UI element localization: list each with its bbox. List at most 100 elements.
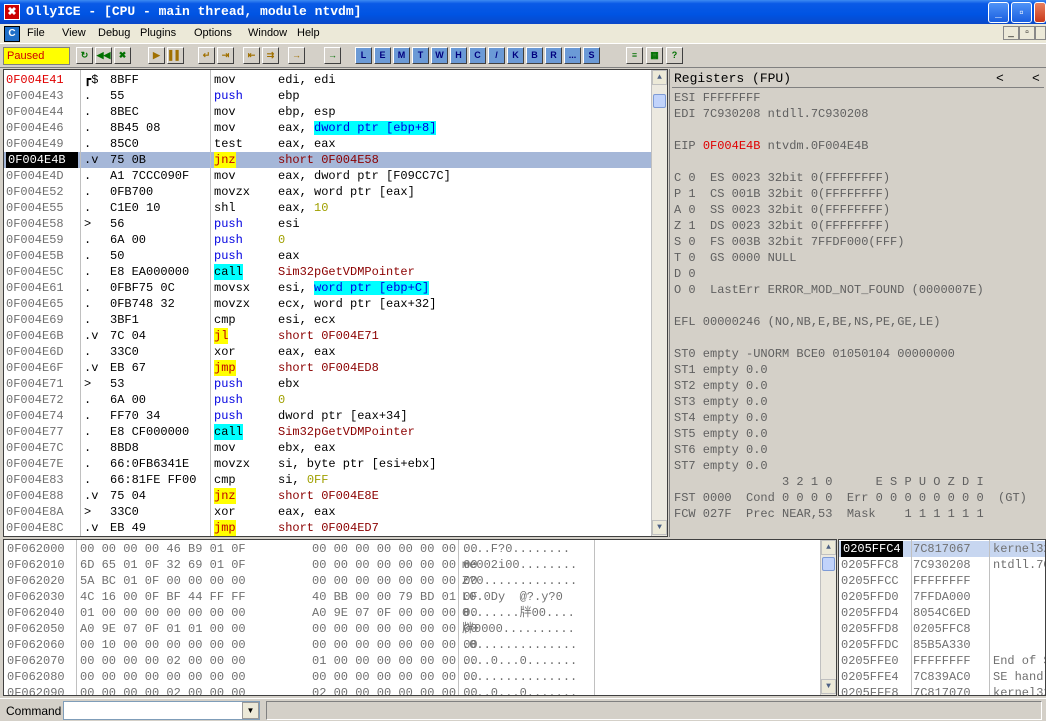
disassembly-row[interactable]: 0F004E65. 0FB748 32 movzx ecx, word ptr [ea… [4, 296, 652, 312]
stack-row[interactable]: 0205FFC8 7C930208 ntdll.7C930208 [839, 557, 1045, 573]
maximize-button[interactable]: ▫ [1011, 2, 1032, 23]
menu-plugins[interactable]: Plugins [140, 27, 176, 39]
log-window-button[interactable]: L [355, 47, 372, 64]
disassembly-scrollbar[interactable]: ▲ ▼ [651, 70, 667, 536]
dump-scrollbar[interactable]: ▲ ▼ [820, 540, 836, 695]
threads-window-button[interactable]: T [412, 47, 429, 64]
register-line[interactable]: D 0 [674, 267, 696, 281]
menu-window[interactable]: Window [248, 27, 287, 39]
scroll-thumb[interactable] [822, 557, 835, 571]
trace-over-icon[interactable]: ⇉ [262, 47, 279, 64]
disassembly-row[interactable]: 0F004E5C. E8 EA000000 call Sim32pGetVDMPoin… [4, 264, 652, 280]
appearance-grid-icon[interactable]: ▦ [646, 47, 663, 64]
disassembly-row[interactable]: 0F004E6B .v 7C 04 jl short 0F004E71 [4, 328, 652, 344]
disassembly-row[interactable]: 0F004E8C .v EB 49 jmp short 0F004ED7 [4, 520, 652, 536]
stop-icon[interactable]: ✖ [114, 47, 131, 64]
run-icon[interactable]: ▶ [148, 47, 165, 64]
mdi-restore-button[interactable]: ▫ [1019, 26, 1035, 40]
register-line[interactable]: P 1 CS 001B 32bit 0(FFFFFFFF) [674, 187, 890, 201]
register-line[interactable]: ST1 empty 0.0 [674, 363, 768, 377]
minimize-button[interactable]: _ [988, 2, 1009, 23]
register-line[interactable]: ST5 empty 0.0 [674, 427, 768, 441]
prev-view-icon[interactable]: < [996, 71, 1004, 87]
disassembly-row[interactable]: 0F004E71 >53 push ebx [4, 376, 652, 392]
register-line[interactable]: ST3 empty 0.0 [674, 395, 768, 409]
step-into-icon[interactable]: ↵ [198, 47, 215, 64]
disassembly-row[interactable]: 0F004E72. 6A 00 push 0 [4, 392, 652, 408]
scroll-up-icon[interactable]: ▲ [821, 540, 836, 555]
disassembly-row[interactable]: 0F004E4B .v 75 0B jnz short 0F004E58 [4, 152, 652, 168]
disassembly-row[interactable]: 0F004E88 .v 75 04 jnz short 0F004E8E [4, 488, 652, 504]
disassembly-row[interactable]: 0F004E43. 55 push ebp [4, 88, 652, 104]
stack-row[interactable]: 0205FFD0 7FFDA000 [839, 589, 1045, 605]
stack-row[interactable]: 0205FFE8 7C817070 kernel32.7C817070 [839, 685, 1045, 695]
rewind-icon[interactable]: ◀◀ [95, 47, 112, 64]
run-trace-window-button[interactable]: ... [564, 47, 581, 64]
memory-dump-pane[interactable]: 0F062000 00 00 00 00 46 B9 01 0F 00 00 00 … [3, 539, 837, 696]
close-button[interactable] [1034, 2, 1046, 23]
register-line[interactable]: EIP 0F004E4B ntvdm.0F004E4B [674, 139, 868, 153]
mdi-minimize-button[interactable]: _ [1003, 26, 1019, 40]
registers-header[interactable]: Registers (FPU) < < [672, 71, 1044, 88]
references-window-button[interactable]: R [545, 47, 562, 64]
options-list-icon[interactable]: ≡ [626, 47, 643, 64]
register-line[interactable]: T 0 GS 0000 NULL [674, 251, 796, 265]
stack-row[interactable]: 0205FFD8 0205FFC8 [839, 621, 1045, 637]
cpu-window-button[interactable]: C [469, 47, 486, 64]
menu-debug[interactable]: Debug [98, 27, 130, 39]
next-view-icon[interactable]: < [1032, 71, 1040, 87]
menu-view[interactable]: View [62, 27, 86, 39]
pause-icon[interactable]: ▌▌ [167, 47, 184, 64]
restart-icon[interactable]: ↻ [76, 47, 93, 64]
source-window-button[interactable]: S [583, 47, 600, 64]
registers-pane[interactable]: Registers (FPU) < < ESI FFFFFFFF EDI 7C93… [669, 69, 1046, 537]
chevron-down-icon[interactable]: ▼ [242, 702, 259, 719]
disassembly-row[interactable]: 0F004E83. 66:81FE FF00 cmp si, 0FF [4, 472, 652, 488]
step-over-icon[interactable]: ⇥ [217, 47, 234, 64]
memory-window-button[interactable]: M [393, 47, 410, 64]
disassembly-row[interactable]: 0F004E5B. 50 push eax [4, 248, 652, 264]
stack-pane[interactable]: 0205FFC47C817067kernel32.7C8170670205FFC… [838, 539, 1046, 696]
disassembly-row[interactable]: 0F004E7E. 66:0FB6341E movzx si, byte ptr [e… [4, 456, 652, 472]
goto-icon[interactable]: → [324, 47, 341, 64]
register-line[interactable]: ST4 empty 0.0 [674, 411, 768, 425]
disassembly-row[interactable]: 0F004E52. 0FB700 movzx eax, word ptr [eax] [4, 184, 652, 200]
stack-row[interactable]: 0205FFC4 7C817067 kernel32.7C817067 [839, 541, 1045, 557]
scroll-down-icon[interactable]: ▼ [821, 679, 836, 694]
cpu-window-icon[interactable]: C [4, 26, 20, 42]
register-line[interactable]: A 0 SS 0023 32bit 0(FFFFFFFF) [674, 203, 890, 217]
menu-file[interactable]: File [27, 27, 45, 39]
disassembly-row[interactable]: 0F004E59. 6A 00 push 0 [4, 232, 652, 248]
stack-row[interactable]: 0205FFD4 8054C6ED [839, 605, 1045, 621]
call-stack-window-button[interactable]: K [507, 47, 524, 64]
register-line[interactable]: 3 2 1 0 E S P U O Z D I [674, 475, 984, 489]
app-icon[interactable]: ✖ [4, 4, 20, 20]
disassembly-row[interactable]: 0F004E6D. 33C0 xor eax, eax [4, 344, 652, 360]
breakpoints-window-button[interactable]: B [526, 47, 543, 64]
execute-till-return-icon[interactable]: → [288, 47, 305, 64]
scroll-down-icon[interactable]: ▼ [652, 520, 667, 535]
disassembly-row[interactable]: 0F004E55. C1E0 10 shl eax, 10 [4, 200, 652, 216]
register-line[interactable]: C 0 ES 0023 32bit 0(FFFFFFFF) [674, 171, 890, 185]
disassembly-row[interactable]: 0F004E6F .v EB 67 jmp short 0F004ED8 [4, 360, 652, 376]
scroll-thumb[interactable] [653, 94, 666, 108]
trace-into-icon[interactable]: ⇤ [243, 47, 260, 64]
stack-row[interactable]: 0205FFDC 85B5A330 [839, 637, 1045, 653]
disassembly-row[interactable]: 0F004E69. 3BF1 cmp esi, ecx [4, 312, 652, 328]
mdi-close-button[interactable] [1035, 26, 1046, 40]
disassembly-row[interactable]: 0F004E61. 0FBF75 0C movsx esi, word ptr [eb… [4, 280, 652, 296]
windows-window-button[interactable]: W [431, 47, 448, 64]
register-line[interactable]: O 0 LastErr ERROR_MOD_NOT_FOUND (0000007… [674, 283, 984, 297]
register-line[interactable]: S 0 FS 003B 32bit 7FFDF000(FFF) [674, 235, 904, 249]
disassembly-row[interactable]: 0F004E58 >56 push esi [4, 216, 652, 232]
disassembly-row[interactable]: 0F004E8A >33C0 xor eax, eax [4, 504, 652, 520]
scroll-up-icon[interactable]: ▲ [652, 70, 667, 85]
register-line[interactable]: EDI 7C930208 ntdll.7C930208 [674, 107, 868, 121]
register-line[interactable]: FCW 027F Prec NEAR,53 Mask 1 1 1 1 1 1 [674, 507, 984, 521]
register-line[interactable]: Z 1 DS 0023 32bit 0(FFFFFFFF) [674, 219, 890, 233]
disassembly-row[interactable]: 0F004E44. 8BEC mov ebp, esp [4, 104, 652, 120]
menu-options[interactable]: Options [194, 27, 232, 39]
stack-row[interactable]: 0205FFCC FFFFFFFF [839, 573, 1045, 589]
help-icon[interactable]: ? [666, 47, 683, 64]
modules-window-button[interactable]: E [374, 47, 391, 64]
